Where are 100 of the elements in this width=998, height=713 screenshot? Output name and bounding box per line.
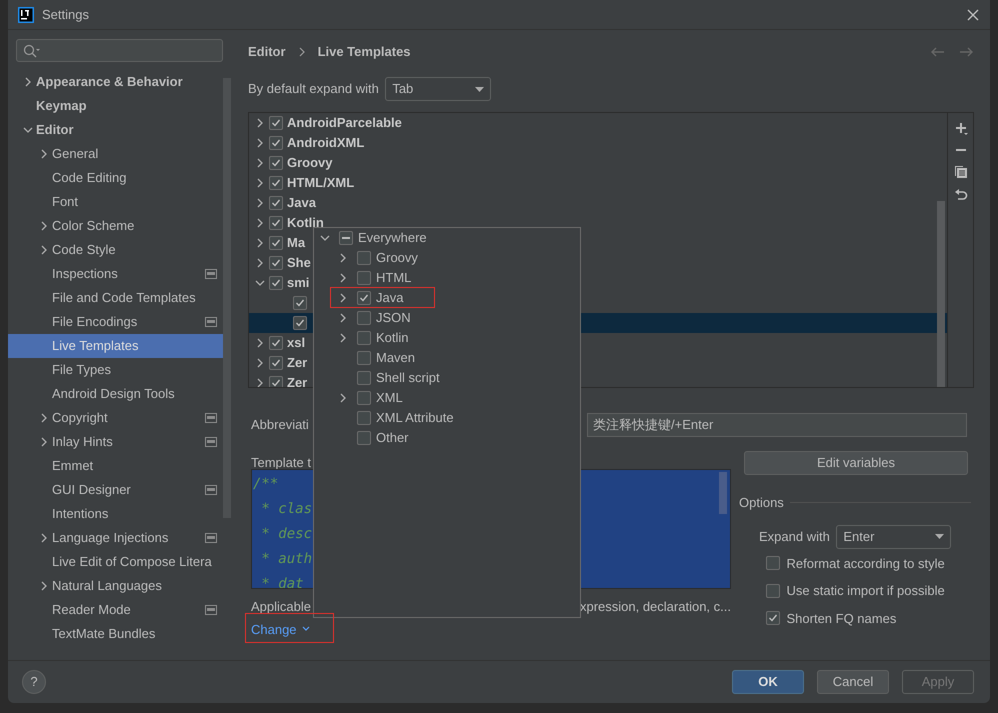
tree-item[interactable]: Groovy <box>255 153 333 173</box>
checkbox[interactable] <box>269 116 283 130</box>
checkbox[interactable] <box>269 216 283 230</box>
menu-item[interactable]: Groovy <box>376 248 418 268</box>
menu-item[interactable]: Shell script <box>376 368 440 388</box>
change-link[interactable]: Change <box>251 620 310 639</box>
chevron-right-icon[interactable] <box>255 158 265 168</box>
add-icon[interactable] <box>954 121 968 135</box>
chevron-right-icon[interactable] <box>255 218 265 228</box>
sidebar-item[interactable]: Inspections <box>8 262 223 286</box>
sidebar-item[interactable]: Appearance & Behavior <box>8 70 223 94</box>
checkbox[interactable] <box>269 196 283 210</box>
checkbox[interactable] <box>357 431 371 445</box>
chevron-right-icon[interactable] <box>338 293 348 303</box>
breadcrumb-item[interactable]: Live Templates <box>318 42 411 62</box>
checkbox[interactable] <box>269 156 283 170</box>
chevron-right-icon[interactable] <box>23 77 33 87</box>
expand-dropdown[interactable]: Tab <box>385 77 492 101</box>
tree-item[interactable]: smi <box>255 273 310 293</box>
chevron-right-icon[interactable] <box>39 437 49 447</box>
sidebar-item[interactable]: Intentions <box>8 502 223 526</box>
checkbox[interactable] <box>269 336 283 350</box>
chevron-right-icon[interactable] <box>255 138 265 148</box>
copy-icon[interactable] <box>954 165 968 179</box>
sidebar-item[interactable]: Font <box>8 190 223 214</box>
checkbox[interactable] <box>357 391 371 405</box>
menu-item[interactable]: XML Attribute <box>376 408 454 428</box>
sidebar-item[interactable]: Language Injections <box>8 526 223 550</box>
tree-item[interactable]: Zer <box>255 353 308 373</box>
menu-item[interactable]: Kotlin <box>376 328 409 348</box>
checkbox[interactable] <box>339 231 353 245</box>
chevron-right-icon[interactable] <box>255 258 265 268</box>
search-field[interactable] <box>16 39 223 62</box>
sidebar-item[interactable]: File Encodings <box>8 310 223 334</box>
sidebar-item[interactable]: Natural Languages <box>8 574 223 598</box>
tree-item[interactable]: She <box>255 253 311 273</box>
menu-item[interactable]: XML <box>376 388 403 408</box>
sidebar-item[interactable]: Reader Mode <box>8 598 223 622</box>
expand-with-dropdown[interactable]: Enter <box>836 524 952 548</box>
checkbox[interactable] <box>766 584 780 598</box>
tree-item[interactable]: Java <box>255 193 316 213</box>
tree-item[interactable]: AndroidParcelable <box>255 113 402 133</box>
description-field[interactable]: 类注释快捷键/+Enter <box>587 413 967 437</box>
checkbox[interactable] <box>269 176 283 190</box>
menu-item[interactable]: Maven <box>376 348 416 368</box>
edit-variables-button[interactable]: Edit variables <box>744 451 968 475</box>
checkbox[interactable] <box>269 356 283 370</box>
sidebar-item[interactable]: Live Edit of Compose Litera <box>8 550 223 574</box>
chevron-right-icon[interactable] <box>338 393 348 403</box>
dialog-button[interactable]: OK <box>732 670 804 694</box>
chevron-down-icon[interactable] <box>255 278 265 288</box>
sidebar-item[interactable]: Live Templates <box>8 334 223 358</box>
chevron-down-icon[interactable] <box>23 125 33 135</box>
checkbox[interactable] <box>357 331 371 345</box>
checkbox[interactable] <box>269 236 283 250</box>
tree-item[interactable]: AndroidXML <box>255 133 364 153</box>
checkbox[interactable] <box>357 271 371 285</box>
chevron-right-icon[interactable] <box>255 198 265 208</box>
sidebar-item[interactable]: Code Style <box>8 238 223 262</box>
chevron-right-icon[interactable] <box>255 338 265 348</box>
checkbox[interactable] <box>269 376 283 387</box>
chevron-right-icon[interactable] <box>338 273 348 283</box>
chevron-right-icon[interactable] <box>39 221 49 231</box>
sidebar-item[interactable]: Keymap <box>8 94 223 118</box>
chevron-right-icon[interactable] <box>39 245 49 255</box>
chevron-right-icon[interactable] <box>338 253 348 263</box>
tree-item[interactable]: Kotlin <box>255 213 324 233</box>
tree-item[interactable]: xsl <box>255 333 306 353</box>
chevron-right-icon[interactable] <box>338 313 348 323</box>
menu-item[interactable]: JSON <box>376 308 411 328</box>
chevron-right-icon[interactable] <box>255 118 265 128</box>
dialog-button[interactable]: Cancel <box>817 670 889 694</box>
sidebar-item[interactable]: TextMate Bundles <box>8 622 223 646</box>
menu-item[interactable]: Other <box>376 428 409 448</box>
tree-item[interactable]: Ma <box>255 233 306 253</box>
chevron-right-icon[interactable] <box>39 533 49 543</box>
sidebar-item[interactable]: Emmet <box>8 454 223 478</box>
checkbox[interactable] <box>293 316 307 330</box>
menu-item[interactable]: Everywhere <box>358 228 427 248</box>
chevron-right-icon[interactable] <box>255 238 265 248</box>
checkbox[interactable] <box>269 136 283 150</box>
sidebar-item[interactable]: Copyright <box>8 406 223 430</box>
checkbox[interactable] <box>357 411 371 425</box>
tree-item[interactable]: HTML/XML <box>255 173 354 193</box>
checkbox[interactable] <box>357 291 371 305</box>
sidebar-item[interactable]: Inlay Hints <box>8 430 223 454</box>
chevron-right-icon[interactable] <box>255 178 265 188</box>
help-button[interactable]: ? <box>22 670 46 694</box>
chevron-right-icon[interactable] <box>39 413 49 423</box>
sidebar-item[interactable]: File Types <box>8 358 223 382</box>
chevron-down-icon[interactable] <box>320 233 330 243</box>
menu-item[interactable]: HTML <box>376 268 412 288</box>
sidebar-item[interactable]: Editor <box>8 118 223 142</box>
chevron-right-icon[interactable] <box>255 378 265 387</box>
chevron-right-icon[interactable] <box>338 333 348 343</box>
checkbox[interactable] <box>357 251 371 265</box>
checkbox[interactable] <box>269 256 283 270</box>
scrollbar[interactable] <box>719 472 727 514</box>
checkbox[interactable] <box>293 296 307 310</box>
sidebar-item[interactable]: File and Code Templates <box>8 286 223 310</box>
